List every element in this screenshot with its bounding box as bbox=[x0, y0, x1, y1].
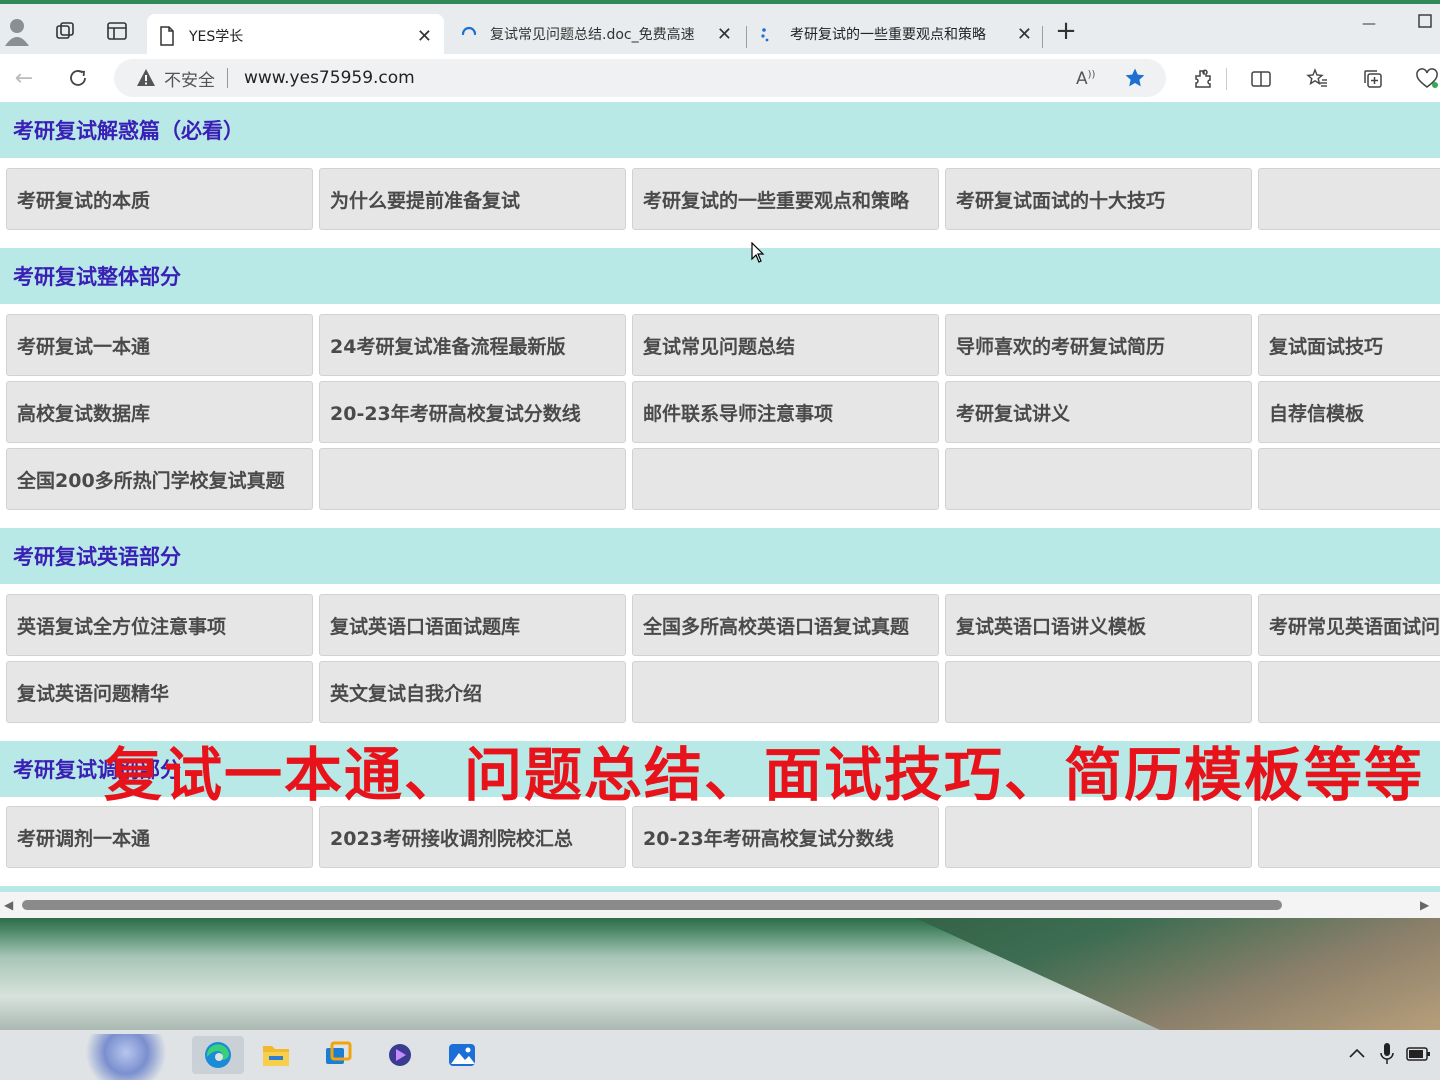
file-explorer-icon[interactable] bbox=[256, 1036, 296, 1074]
link-cell[interactable]: 为什么要提前准备复试 bbox=[319, 168, 626, 230]
scroll-left-icon[interactable]: ◀ bbox=[4, 898, 13, 912]
close-tab-icon[interactable]: ✕ bbox=[717, 24, 732, 45]
wallpaper-scenery bbox=[915, 918, 1440, 1030]
tab-kaoyan-fushi-guandian[interactable]: 考研复试的一些重要观点和策略 ✕ bbox=[752, 14, 1038, 54]
section-header: 考研复试整体部分 bbox=[0, 248, 1440, 304]
favorite-star-icon[interactable] bbox=[1124, 67, 1146, 94]
minimize-icon[interactable]: — bbox=[1362, 16, 1376, 32]
empty-cell bbox=[1258, 806, 1440, 868]
link-cell[interactable]: 2023考研接收调剂院校汇总 bbox=[319, 806, 626, 868]
empty-cell bbox=[945, 661, 1252, 723]
favorites-icon[interactable] bbox=[1304, 66, 1330, 92]
link-cell[interactable]: 复试面试技巧 bbox=[1258, 314, 1440, 376]
url-text[interactable]: www.yes75959.com bbox=[244, 68, 415, 88]
empty-cell bbox=[945, 806, 1252, 868]
loading-spinner-icon bbox=[461, 26, 477, 36]
edge-browser-icon[interactable] bbox=[192, 1036, 244, 1074]
tray-chevron-up-icon[interactable] bbox=[1348, 1044, 1366, 1063]
link-cell[interactable]: 英文复试自我介绍 bbox=[319, 661, 626, 723]
tab-separator bbox=[746, 26, 747, 48]
collections-icon[interactable] bbox=[1360, 66, 1386, 92]
page-icon bbox=[160, 26, 174, 46]
tab-title: 复试常见问题总结.doc_免费高速 bbox=[490, 27, 695, 43]
overlay-caption: 复试一本通、问题总结、面试技巧、简历模板等等 bbox=[104, 741, 1425, 809]
link-cell[interactable]: 20-23年考研高校复试分数线 bbox=[319, 381, 626, 443]
tab-bar: YES学长 ✕ 复试常见问题总结.doc_免费高速 ✕ 考研复试的一些重要观点和… bbox=[0, 4, 1440, 58]
mouse-cursor-icon bbox=[751, 242, 765, 263]
warning-icon[interactable] bbox=[136, 68, 156, 88]
extensions-icon[interactable] bbox=[1190, 66, 1216, 92]
desktop-wallpaper bbox=[0, 918, 1440, 1030]
maximize-icon[interactable] bbox=[1418, 14, 1432, 32]
horizontal-scrollbar[interactable]: ◀ ▶ bbox=[0, 892, 1440, 918]
section-header: 考研复试英语部分 bbox=[0, 528, 1440, 584]
navigation-bar: ← 不安全 www.yes75959.com A)) bbox=[0, 54, 1440, 102]
link-cell[interactable]: 复试英语口语讲义模板 bbox=[945, 594, 1252, 656]
vertical-tabs-icon[interactable] bbox=[104, 18, 130, 44]
link-cell[interactable]: 复试英语口语面试题库 bbox=[319, 594, 626, 656]
link-cell[interactable]: 全国200多所热门学校复试真题 bbox=[6, 448, 313, 510]
empty-cell bbox=[1258, 168, 1440, 230]
microphone-icon[interactable] bbox=[1380, 1042, 1394, 1070]
scrollbar-thumb[interactable] bbox=[22, 900, 1282, 910]
link-cell[interactable]: 考研复试面试的十大技巧 bbox=[945, 168, 1252, 230]
link-cell[interactable]: 考研复试的本质 bbox=[6, 168, 313, 230]
address-bar[interactable]: 不安全 www.yes75959.com A)) bbox=[114, 59, 1166, 97]
link-cell[interactable]: 考研复试讲义 bbox=[945, 381, 1252, 443]
profile-avatar-icon[interactable] bbox=[4, 16, 30, 46]
link-cell[interactable]: 复试常见问题总结 bbox=[632, 314, 939, 376]
link-cell[interactable]: 高校复试数据库 bbox=[6, 381, 313, 443]
empty-cell bbox=[1258, 448, 1440, 510]
split-screen-icon[interactable] bbox=[1248, 66, 1274, 92]
link-cell[interactable]: 复试英语问题精华 bbox=[6, 661, 313, 723]
photos-icon[interactable] bbox=[442, 1036, 482, 1074]
loading-spinner-icon bbox=[761, 28, 769, 42]
link-cell[interactable]: 全国多所高校英语口语复试真题 bbox=[632, 594, 939, 656]
section-header: 考研复试解惑篇（必看） bbox=[0, 102, 1440, 158]
link-cell[interactable]: 考研复试的一些重要观点和策略 bbox=[632, 168, 939, 230]
taskbar bbox=[0, 1030, 1440, 1080]
link-cell[interactable]: 考研调剂一本通 bbox=[6, 806, 313, 868]
link-cell[interactable]: 自荐信模板 bbox=[1258, 381, 1440, 443]
empty-cell bbox=[632, 661, 939, 723]
back-arrow-icon[interactable]: ← bbox=[10, 64, 38, 92]
battery-icon[interactable] bbox=[1406, 1046, 1432, 1066]
link-cell[interactable]: 考研常见英语面试问 bbox=[1258, 594, 1440, 656]
new-tab-icon[interactable]: + bbox=[1052, 18, 1080, 44]
url-divider bbox=[227, 68, 228, 88]
read-aloud-icon[interactable]: A)) bbox=[1076, 69, 1095, 89]
remote-desktop-icon[interactable] bbox=[318, 1036, 358, 1074]
close-tab-icon[interactable]: ✕ bbox=[1017, 24, 1032, 45]
refresh-icon[interactable] bbox=[64, 64, 92, 92]
empty-cell bbox=[1258, 661, 1440, 723]
tab-yes-xuezhang[interactable]: YES学长 ✕ bbox=[147, 14, 444, 58]
link-cell[interactable]: 邮件联系导师注意事项 bbox=[632, 381, 939, 443]
empty-cell bbox=[632, 448, 939, 510]
link-cell[interactable]: 20-23年考研高校复试分数线 bbox=[632, 806, 939, 868]
link-cell[interactable]: 导师喜欢的考研复试简历 bbox=[945, 314, 1252, 376]
toolbar-divider bbox=[1226, 68, 1227, 90]
performance-icon[interactable] bbox=[1414, 66, 1440, 92]
empty-cell bbox=[945, 448, 1252, 510]
tab-title: 考研复试的一些重要观点和策略 bbox=[790, 27, 986, 43]
tab-fushi-changjian[interactable]: 复试常见问题总结.doc_免费高速 ✕ bbox=[454, 14, 742, 54]
workspaces-icon[interactable] bbox=[52, 18, 78, 44]
widgets-landscape-icon[interactable] bbox=[80, 1034, 172, 1080]
tab-separator bbox=[1042, 26, 1043, 48]
link-cell[interactable]: 英语复试全方位注意事项 bbox=[6, 594, 313, 656]
security-label: 不安全 bbox=[164, 70, 215, 91]
link-cell[interactable]: 考研复试一本通 bbox=[6, 314, 313, 376]
tab-title: YES学长 bbox=[189, 29, 244, 45]
empty-cell bbox=[319, 448, 626, 510]
close-tab-icon[interactable]: ✕ bbox=[417, 26, 432, 47]
link-cell[interactable]: 24考研复试准备流程最新版 bbox=[319, 314, 626, 376]
scroll-right-icon[interactable]: ▶ bbox=[1420, 898, 1429, 912]
video-editor-icon[interactable] bbox=[380, 1036, 420, 1074]
